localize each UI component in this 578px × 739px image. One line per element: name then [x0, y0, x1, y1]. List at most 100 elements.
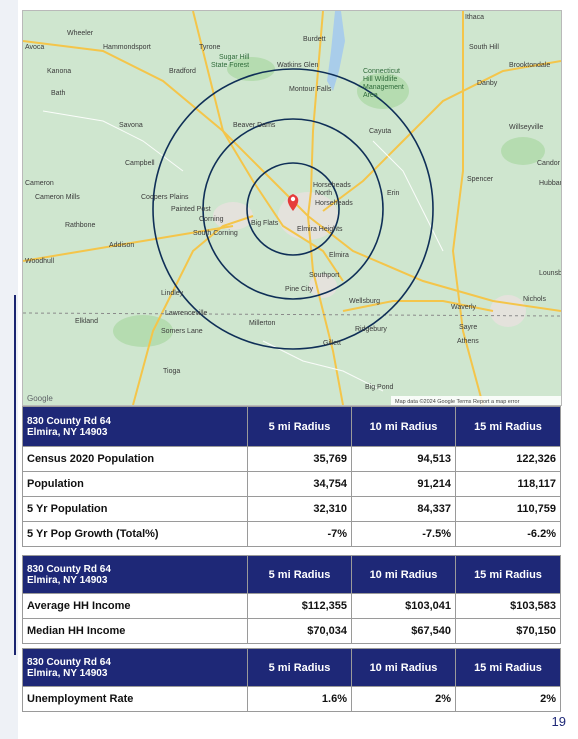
address-cell: 830 County Rd 64 Elmira, NY 14903 [22, 406, 248, 447]
address-cell: 830 County Rd 64 Elmira, NY 14903 [22, 648, 248, 687]
table-row: Census 2020 Population 35,769 94,513 122… [22, 446, 561, 472]
svg-text:Willseyville: Willseyville [509, 124, 543, 131]
col-10mi: 10 mi Radius [351, 406, 456, 447]
svg-text:Hubbard: Hubbard [539, 180, 561, 187]
svg-text:Bradford: Bradford [169, 68, 196, 75]
svg-text:Bath: Bath [51, 90, 66, 97]
value-10mi: -7.5% [351, 521, 456, 547]
svg-text:Sugar Hill: Sugar Hill [219, 54, 250, 61]
value-15mi: 118,117 [455, 471, 561, 497]
svg-text:Corning: Corning [199, 216, 224, 223]
row-label: 5 Yr Population [22, 496, 248, 522]
svg-text:Cayuta: Cayuta [369, 128, 391, 135]
svg-text:Hammondsport: Hammondsport [103, 44, 151, 51]
value-5mi: $112,355 [247, 593, 352, 619]
value-10mi: $67,540 [351, 618, 456, 644]
svg-text:Avoca: Avoca [25, 44, 44, 51]
row-label: Average HH Income [22, 593, 248, 619]
address-line2: Elmira, NY 14903 [27, 574, 108, 586]
row-label: Population [22, 471, 248, 497]
value-15mi: 2% [455, 686, 561, 712]
svg-text:Ithaca: Ithaca [465, 14, 484, 21]
col-5mi: 5 mi Radius [247, 648, 352, 687]
value-5mi: 35,769 [247, 446, 352, 472]
address-line1: 830 County Rd 64 [27, 415, 111, 427]
value-15mi: -6.2% [455, 521, 561, 547]
table-row: 5 Yr Pop Growth (Total%) -7% -7.5% -6.2% [22, 521, 561, 547]
svg-text:State Forest: State Forest [211, 62, 249, 69]
svg-text:Rathbone: Rathbone [65, 222, 95, 229]
col-15mi: 15 mi Radius [455, 406, 561, 447]
svg-text:Candor: Candor [537, 160, 561, 167]
col-10mi: 10 mi Radius [351, 555, 456, 594]
svg-text:Big Flats: Big Flats [251, 220, 279, 227]
svg-text:Southport: Southport [309, 272, 339, 279]
svg-text:Lawrenceville: Lawrenceville [165, 310, 208, 317]
row-label: Census 2020 Population [22, 446, 248, 472]
svg-text:Map data ©2024 Google Terms: Map data ©2024 Google Terms Report a map… [395, 398, 520, 405]
table-row: 5 Yr Population 32,310 84,337 110,759 [22, 496, 561, 522]
table-row: Unemployment Rate 1.6% 2% 2% [22, 686, 561, 712]
table-header: 830 County Rd 64 Elmira, NY 14903 5 mi Ra… [22, 406, 561, 447]
svg-text:North: North [315, 190, 332, 197]
employment-table: 830 County Rd 64 Elmira, NY 14903 5 mi Ra… [22, 648, 561, 712]
svg-text:Cameron: Cameron [25, 180, 54, 187]
svg-text:Ridgebury: Ridgebury [355, 326, 387, 333]
col-5mi: 5 mi Radius [247, 555, 352, 594]
svg-text:Savona: Savona [119, 122, 143, 129]
table-row: Median HH Income $70,034 $67,540 $70,150 [22, 618, 561, 644]
radius-map[interactable]: Ithaca South Hill Brooktondale Danby Whe… [22, 10, 562, 406]
svg-text:Google: Google [27, 394, 53, 403]
svg-text:Beaver Dams: Beaver Dams [233, 122, 276, 129]
svg-text:Area: Area [363, 92, 378, 99]
address-line1: 830 County Rd 64 [27, 656, 111, 668]
svg-text:Sayre: Sayre [459, 324, 477, 331]
table-row: Population 34,754 91,214 118,117 [22, 471, 561, 497]
svg-text:South Corning: South Corning [193, 230, 238, 237]
svg-text:Hill Wildlife: Hill Wildlife [363, 76, 397, 83]
value-10mi: 94,513 [351, 446, 456, 472]
address-line2: Elmira, NY 14903 [27, 426, 108, 438]
svg-text:Horseheads: Horseheads [313, 182, 351, 189]
value-5mi: 34,754 [247, 471, 352, 497]
income-table: 830 County Rd 64 Elmira, NY 14903 5 mi Ra… [22, 555, 561, 644]
svg-text:Horseheads: Horseheads [315, 200, 353, 207]
svg-text:Elmira: Elmira [329, 252, 349, 259]
svg-text:Painted Post: Painted Post [171, 206, 211, 213]
svg-text:South Hill: South Hill [469, 44, 499, 51]
value-5mi: 1.6% [247, 686, 352, 712]
svg-text:Campbell: Campbell [125, 160, 155, 167]
svg-text:Nichols: Nichols [523, 296, 546, 303]
svg-text:Tioga: Tioga [163, 368, 180, 375]
demographics-table: 830 County Rd 64 Elmira, NY 14903 5 mi Ra… [22, 406, 561, 547]
svg-text:Big Pond: Big Pond [365, 384, 394, 391]
svg-text:Coopers Plains: Coopers Plains [141, 194, 189, 201]
svg-text:Watkins Glen: Watkins Glen [277, 62, 318, 69]
address-cell: 830 County Rd 64 Elmira, NY 14903 [22, 555, 248, 594]
side-rule [14, 295, 16, 655]
svg-text:Pine City: Pine City [285, 286, 314, 293]
svg-text:Spencer: Spencer [467, 176, 494, 183]
row-label: Unemployment Rate [22, 686, 248, 712]
page-number: 19 [551, 714, 566, 729]
value-10mi: 84,337 [351, 496, 456, 522]
svg-text:Erin: Erin [387, 190, 400, 197]
svg-text:Gillett: Gillett [323, 340, 341, 347]
value-15mi: 122,326 [455, 446, 561, 472]
svg-text:Montour Falls: Montour Falls [289, 86, 332, 93]
value-10mi: 2% [351, 686, 456, 712]
col-15mi: 15 mi Radius [455, 555, 561, 594]
value-5mi: -7% [247, 521, 352, 547]
table-row: Average HH Income $112,355 $103,041 $103… [22, 593, 561, 619]
svg-text:Elkland: Elkland [75, 318, 98, 325]
value-10mi: 91,214 [351, 471, 456, 497]
svg-text:Addison: Addison [109, 242, 134, 249]
svg-text:Tyrone: Tyrone [199, 44, 221, 51]
svg-text:Somers Lane: Somers Lane [161, 328, 203, 335]
value-5mi: 32,310 [247, 496, 352, 522]
address-line1: 830 County Rd 64 [27, 563, 111, 575]
svg-text:Lounsberry: Lounsberry [539, 270, 561, 277]
svg-text:Wellsburg: Wellsburg [349, 298, 380, 305]
value-15mi: 110,759 [455, 496, 561, 522]
svg-text:Woodhull: Woodhull [25, 258, 55, 265]
